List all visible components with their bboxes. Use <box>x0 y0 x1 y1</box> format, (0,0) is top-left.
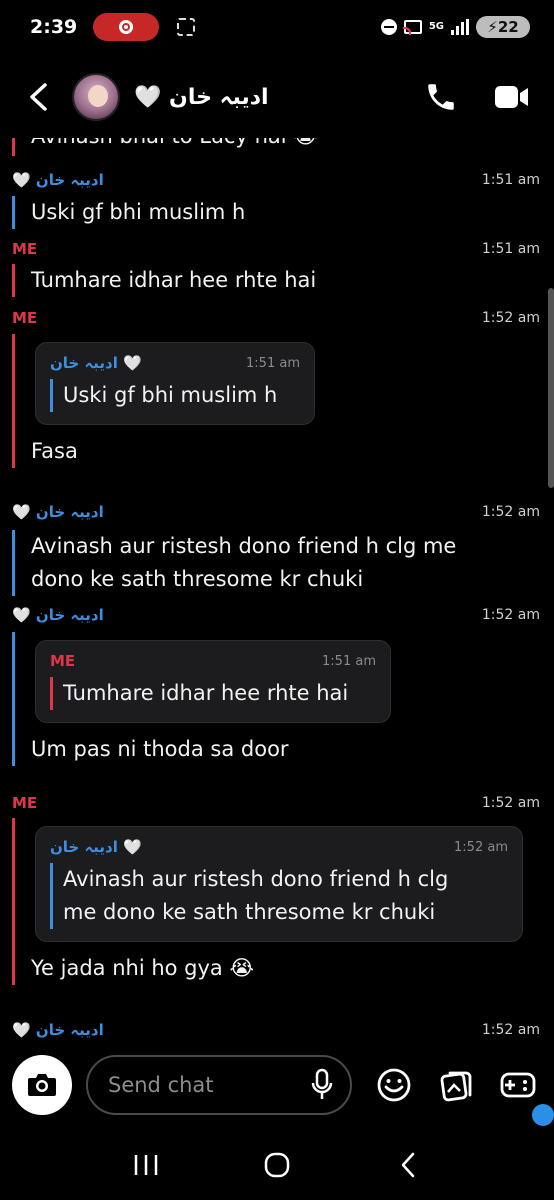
message-time: 1:52 am <box>481 607 540 623</box>
quoted-text: Uski gf bhi muslim h <box>50 379 300 412</box>
game-controller-icon <box>500 1072 536 1098</box>
do-not-disturb-icon <box>380 19 397 35</box>
quoted-sender: 🤍 ادیبہ خان <box>50 838 142 856</box>
message-time: 1:52 am <box>481 504 540 520</box>
quoted-message[interactable]: 🤍 ادیبہ خان 1:51 am Uski gf bhi muslim h <box>35 342 315 425</box>
message[interactable]: Tumhare idhar hee rhte hai <box>12 264 534 297</box>
quoted-time: 1:51 am <box>246 355 300 371</box>
status-bar: 2:39 5G ⚡ 22 <box>0 0 554 54</box>
quoted-sender: 🤍 ادیبہ خان <box>50 354 142 372</box>
home-icon <box>264 1152 290 1178</box>
sender-row: ادیبہ خان 🤍 1:52 am <box>12 603 540 627</box>
signal-icon <box>451 19 469 35</box>
sender-name: ادیبہ خان 🤍 <box>12 606 104 624</box>
back-icon <box>402 1152 415 1178</box>
bitmoji-icon[interactable] <box>532 1104 554 1126</box>
screen-record-indicator[interactable] <box>93 13 160 41</box>
quoted-time: 1:51 am <box>322 653 376 669</box>
system-back-button[interactable] <box>384 1141 432 1189</box>
video-call-button[interactable] <box>494 83 530 111</box>
message[interactable]: 🤍 ادیبہ خان 1:51 am Uski gf bhi muslim h… <box>12 334 534 468</box>
recent-apps-button[interactable] <box>122 1141 170 1189</box>
cast-icon <box>402 20 422 35</box>
sender-name: ادیبہ خان 🤍 <box>12 503 104 521</box>
message-time: 1:52 am <box>481 1022 540 1038</box>
chat-composer <box>0 1040 554 1130</box>
message-text: Ye jada nhi ho gya 😭 <box>31 956 255 980</box>
message-time: 1:52 am <box>481 310 540 326</box>
sender-row: ادیبہ خان 🤍 1:52 am <box>12 1018 540 1040</box>
home-button[interactable] <box>253 1141 301 1189</box>
camera-button[interactable] <box>12 1055 72 1115</box>
sender-row: ME 1:52 am <box>12 306 540 330</box>
chat-input-container[interactable] <box>86 1055 352 1115</box>
message-text: Uski gf bhi muslim h <box>31 200 246 224</box>
message[interactable]: 🤍 ادیبہ خان 1:52 am Avinash aur ristesh … <box>12 818 534 985</box>
quoted-message[interactable]: ME 1:51 am Tumhare idhar hee rhte hai <box>35 640 391 723</box>
emoji-button[interactable] <box>374 1065 414 1105</box>
chat-header: ادیبہ خان 🤍 <box>0 60 554 134</box>
quoted-message[interactable]: 🤍 ادیبہ خان 1:52 am Avinash aur ristesh … <box>35 826 523 942</box>
scrollbar[interactable] <box>548 288 554 488</box>
message-text: Um pas ni thoda sa door <box>31 737 289 761</box>
battery-indicator: ⚡ 22 <box>476 16 530 38</box>
message-time: 1:52 am <box>481 795 540 811</box>
memories-button[interactable] <box>436 1065 476 1105</box>
games-button[interactable] <box>498 1065 538 1105</box>
sender-row: ادیبہ خان 🤍 1:52 am <box>12 500 540 524</box>
quoted-time: 1:52 am <box>454 839 508 855</box>
sender-name: ME <box>12 309 38 327</box>
message-text: Tumhare idhar hee rhte hai <box>31 268 317 292</box>
sender-name: ME <box>12 240 38 258</box>
back-button[interactable] <box>20 74 56 120</box>
system-nav-bar <box>0 1130 554 1200</box>
battery-level: 22 <box>497 18 519 36</box>
sender-row: ME 1:51 am <box>12 237 540 261</box>
network-type: 5G <box>428 21 444 32</box>
status-time: 2:39 <box>30 16 78 38</box>
quoted-text-line: Avinash aur ristesh dono friend h clg <box>63 867 449 891</box>
status-icons: 5G ⚡ 22 <box>380 16 530 38</box>
screenshot-icon <box>177 18 196 36</box>
sender-row: ME 1:52 am <box>12 791 540 815</box>
message-text-line: Avinash aur ristesh dono friend h clg me <box>31 534 457 558</box>
chat-thread[interactable]: Avinash bhai to Lucy hai 😭 ادیبہ خان 🤍 1… <box>0 138 554 1040</box>
recent-apps-icon <box>134 1155 157 1175</box>
microphone-icon <box>311 1068 333 1099</box>
memories-icon <box>440 1071 472 1102</box>
message-text: Fasa <box>31 439 78 463</box>
video-camera-icon <box>495 86 528 108</box>
back-chevron-icon <box>30 83 47 111</box>
voice-call-button[interactable] <box>424 80 458 114</box>
message[interactable]: Uski gf bhi muslim h <box>12 196 534 229</box>
message[interactable]: Avinash aur ristesh dono friend h clg me… <box>12 530 534 596</box>
quoted-text-line: me dono ke sath thresome kr chuki <box>63 900 436 924</box>
message-text: Avinash bhai to Lucy hai 😭 <box>31 138 534 153</box>
message-time: 1:51 am <box>481 172 540 188</box>
quoted-text: Avinash aur ristesh dono friend h clg me… <box>50 863 508 929</box>
phone-icon <box>428 84 454 110</box>
emoji-icon <box>377 1068 411 1102</box>
record-icon <box>119 20 134 34</box>
avatar[interactable] <box>72 73 120 121</box>
voice-note-button[interactable] <box>308 1067 336 1103</box>
camera-icon <box>28 1074 56 1096</box>
sender-name: ME <box>12 794 38 812</box>
message-time: 1:51 am <box>481 241 540 257</box>
message-text-line: dono ke sath thresome kr chuki <box>31 567 364 591</box>
chat-input[interactable] <box>108 1073 308 1097</box>
contact-name[interactable]: ادیبہ خان 🤍 <box>134 85 269 110</box>
message[interactable]: ME 1:51 am Tumhare idhar hee rhte hai Um… <box>12 632 534 766</box>
quoted-text: Tumhare idhar hee rhte hai <box>50 677 376 710</box>
sender-row: ادیبہ خان 🤍 1:51 am <box>12 168 540 192</box>
quoted-sender: ME <box>50 652 76 670</box>
sender-name: ادیبہ خان 🤍 <box>12 171 104 189</box>
message: Avinash bhai to Lucy hai 😭 <box>12 138 534 156</box>
sender-name: ادیبہ خان 🤍 <box>12 1021 104 1039</box>
